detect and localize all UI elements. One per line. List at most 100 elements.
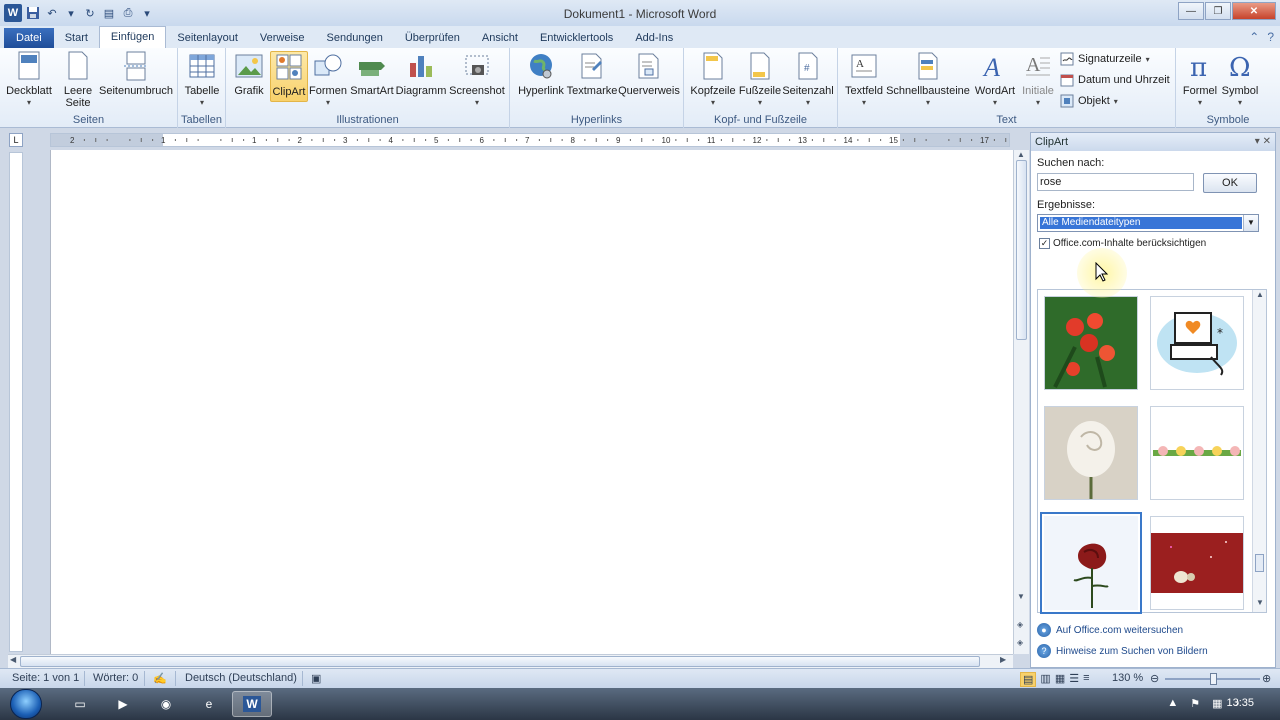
- seitenumbruch-button[interactable]: Seitenumbruch: [98, 51, 174, 97]
- customize-qat-icon[interactable]: ▾: [139, 5, 155, 21]
- fusszeile-button[interactable]: Fußzeile ▾: [738, 51, 782, 109]
- start-button[interactable]: [10, 689, 42, 719]
- next-page-icon[interactable]: ◈: [1017, 638, 1023, 647]
- close-button[interactable]: ✕: [1232, 2, 1276, 20]
- word-taskbar-icon[interactable]: W: [232, 691, 272, 717]
- objekt-button[interactable]: Objekt ▾: [1060, 94, 1118, 108]
- schnellbausteine-button[interactable]: Schnellbausteine ▾: [886, 51, 970, 109]
- proofing-icon[interactable]: ✍: [153, 672, 167, 685]
- symbol-button[interactable]: Ω Symbol ▾: [1220, 51, 1260, 109]
- show-hidden-icons-icon[interactable]: ▲: [1167, 697, 1178, 710]
- ok-button[interactable]: OK: [1203, 173, 1257, 193]
- smartart-button[interactable]: SmartArt: [350, 51, 394, 97]
- leere-seite-button[interactable]: Leere Seite: [60, 51, 96, 109]
- zoom-level[interactable]: 130 %: [1112, 672, 1143, 684]
- print-icon[interactable]: ⎙: [120, 5, 136, 21]
- page-count[interactable]: Seite: 1 von 1: [12, 672, 79, 684]
- tab-start[interactable]: Start: [54, 28, 99, 48]
- kopfzeile-button[interactable]: Kopfzeile ▾: [690, 51, 736, 109]
- word-count[interactable]: Wörter: 0: [93, 672, 138, 684]
- pane-options-icon[interactable]: ▾: [1255, 136, 1260, 147]
- hyperlink-button[interactable]: Hyperlink: [516, 51, 566, 97]
- tab-entwicklertools[interactable]: Entwicklertools: [529, 28, 624, 48]
- tab-selector[interactable]: L: [9, 133, 23, 147]
- pane-close-icon[interactable]: ✕: [1263, 136, 1271, 147]
- tab-sendungen[interactable]: Sendungen: [316, 28, 394, 48]
- save-icon[interactable]: [25, 5, 41, 21]
- link-search-hints[interactable]: ? Hinweise zum Suchen von Bildern: [1037, 644, 1208, 658]
- clipart-result-computer-heart[interactable]: *: [1150, 296, 1244, 390]
- formel-button[interactable]: π Formel ▾: [1180, 51, 1220, 109]
- zoom-slider-thumb[interactable]: [1210, 673, 1217, 685]
- grafik-button[interactable]: Grafik: [232, 51, 266, 97]
- word-app-icon[interactable]: W: [4, 4, 22, 22]
- full-screen-view-icon[interactable]: ▥: [1040, 672, 1050, 687]
- vertical-ruler[interactable]: [9, 152, 23, 652]
- web-layout-view-icon[interactable]: ▦: [1055, 672, 1065, 687]
- clipart-result-red-flowers[interactable]: [1044, 296, 1138, 390]
- datum-uhrzeit-button[interactable]: Datum und Uhrzeit: [1060, 73, 1170, 87]
- internet-explorer-taskbar-icon[interactable]: e: [189, 691, 229, 717]
- flag-icon[interactable]: ⚑: [1190, 697, 1200, 710]
- seitenzahl-button[interactable]: # Seitenzahl ▾: [782, 51, 834, 109]
- results-scroll-down-arrow[interactable]: ▼: [1256, 598, 1264, 607]
- vertical-scrollbar[interactable]: ▲ ▼ ◈ ◈: [1013, 150, 1029, 654]
- scroll-down-arrow[interactable]: ▼: [1017, 592, 1025, 601]
- print-preview-icon[interactable]: ▤: [101, 5, 117, 21]
- help-icon[interactable]: ?: [1267, 30, 1274, 44]
- querverweis-button[interactable]: Querverweis: [618, 51, 680, 97]
- diagramm-button[interactable]: Diagramm: [396, 51, 446, 97]
- print-layout-view-icon[interactable]: ▤: [1020, 672, 1037, 687]
- scroll-up-arrow[interactable]: ▲: [1017, 150, 1025, 159]
- draft-view-icon[interactable]: ≡: [1083, 672, 1089, 687]
- results-scroll-up-arrow[interactable]: ▲: [1256, 290, 1264, 299]
- chrome-taskbar-icon[interactable]: ◉: [146, 691, 186, 717]
- vertical-scroll-thumb[interactable]: [1016, 160, 1027, 340]
- tabelle-button[interactable]: Tabelle ▾: [182, 51, 222, 109]
- minimize-ribbon-icon[interactable]: ⌃: [1249, 30, 1259, 44]
- textmarke-button[interactable]: Textmarke: [566, 51, 618, 97]
- redo-icon[interactable]: ↻: [82, 5, 98, 21]
- include-office-checkbox[interactable]: ✓: [1039, 238, 1050, 249]
- horizontal-scrollbar[interactable]: ◀ ▶: [8, 654, 1013, 668]
- link-more-office[interactable]: ● Auf Office.com weitersuchen: [1037, 623, 1183, 637]
- search-input[interactable]: rose: [1037, 173, 1194, 191]
- scroll-left-arrow[interactable]: ◀: [10, 655, 16, 664]
- wordart-button[interactable]: A WordArt ▾: [972, 51, 1018, 109]
- tab-datei[interactable]: Datei: [4, 28, 54, 48]
- scroll-right-arrow[interactable]: ▶: [1000, 655, 1006, 664]
- signaturzeile-button[interactable]: Signaturzeile ▾: [1060, 52, 1150, 66]
- undo-dropdown-icon[interactable]: ▾: [63, 5, 79, 21]
- media-type-select[interactable]: Alle Mediendateitypen ▼: [1037, 214, 1259, 232]
- minimize-button[interactable]: —: [1178, 2, 1204, 20]
- clipart-result-red-rose[interactable]: [1040, 512, 1142, 614]
- explorer-taskbar-icon[interactable]: ▭: [60, 691, 100, 717]
- results-scroll-thumb[interactable]: [1255, 554, 1264, 572]
- maximize-button[interactable]: ❐: [1205, 2, 1231, 20]
- clipart-result-white-rose[interactable]: [1044, 406, 1138, 500]
- zoom-out-icon[interactable]: ⊖: [1150, 672, 1159, 685]
- formen-button[interactable]: Formen ▾: [309, 51, 347, 109]
- tab-ansicht[interactable]: Ansicht: [471, 28, 529, 48]
- macro-record-icon[interactable]: ▣: [311, 672, 321, 685]
- tab-einfuegen[interactable]: Einfügen: [98, 26, 167, 48]
- network-icon[interactable]: ▦: [1212, 697, 1222, 710]
- horizontal-ruler[interactable]: 211234567891011121314151718: [50, 133, 1010, 147]
- tab-ueberpruefen[interactable]: Überprüfen: [394, 28, 471, 48]
- previous-page-icon[interactable]: ◈: [1017, 620, 1023, 629]
- undo-icon[interactable]: ↶: [44, 5, 60, 21]
- clipart-result-flower-border[interactable]: [1150, 406, 1244, 500]
- chevron-down-icon[interactable]: ▼: [1243, 215, 1258, 231]
- clock[interactable]: 13:35: [1226, 697, 1254, 709]
- clipart-result-red-glitter[interactable]: [1150, 516, 1244, 610]
- results-scrollbar[interactable]: ▲ ▼: [1252, 290, 1266, 612]
- document-page[interactable]: [50, 150, 1013, 654]
- zoom-in-icon[interactable]: ⊕: [1262, 672, 1271, 685]
- tab-seitenlayout[interactable]: Seitenlayout: [166, 28, 249, 48]
- initiale-button[interactable]: A Initiale ▾: [1018, 51, 1058, 109]
- screenshot-button[interactable]: Screenshot ▾: [449, 51, 505, 109]
- horizontal-scroll-thumb[interactable]: [20, 656, 980, 667]
- deckblatt-button[interactable]: Deckblatt ▾: [6, 51, 52, 109]
- outline-view-icon[interactable]: ☰: [1069, 672, 1079, 687]
- clipart-button[interactable]: ClipArt: [270, 51, 308, 102]
